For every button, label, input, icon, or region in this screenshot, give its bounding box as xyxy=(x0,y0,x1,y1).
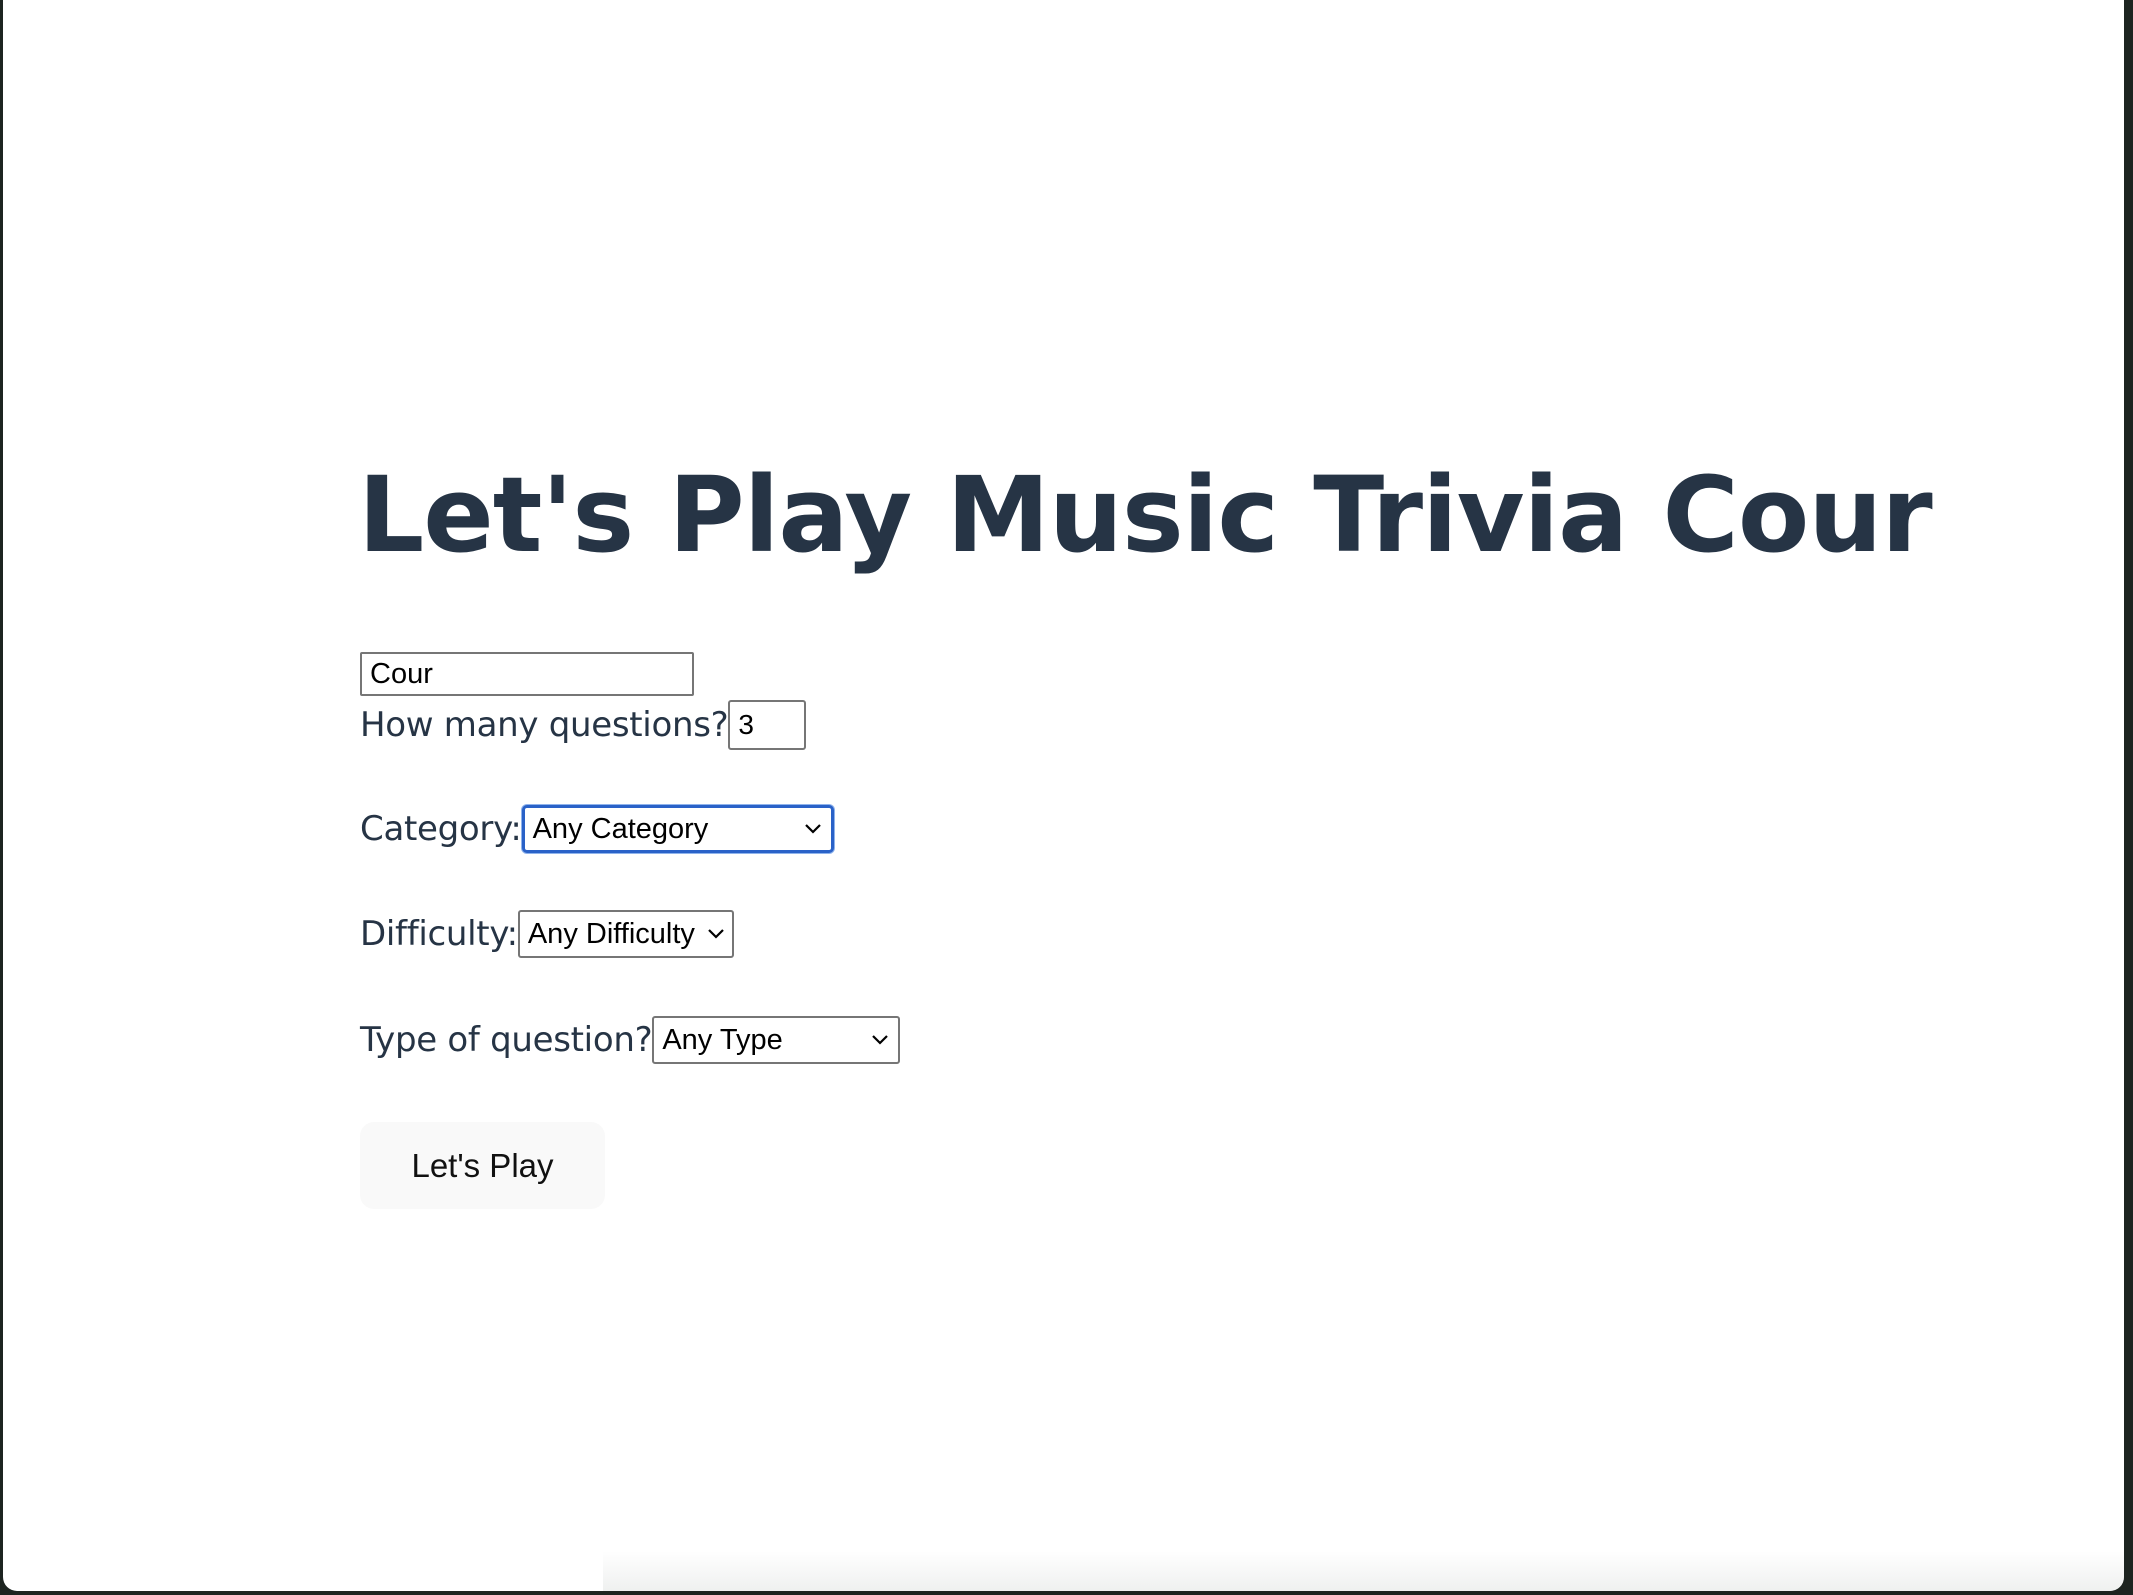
category-select-value: Any Category xyxy=(532,812,709,845)
difficulty-select-value: Any Difficulty xyxy=(527,917,695,950)
questions-label: How many questions? xyxy=(360,705,729,745)
window-bottom-shadow xyxy=(603,1551,2124,1591)
player-name-input[interactable] xyxy=(360,652,694,696)
difficulty-select[interactable]: Any Difficulty xyxy=(517,910,734,958)
type-select[interactable]: Any Type xyxy=(652,1016,901,1064)
lets-play-button[interactable]: Let's Play xyxy=(360,1122,605,1209)
chevron-down-icon xyxy=(804,824,821,834)
chevron-down-icon xyxy=(872,1035,889,1045)
type-label: Type of question? xyxy=(360,1020,653,1060)
type-select-value: Any Type xyxy=(662,1023,783,1056)
questions-row: How many questions? xyxy=(360,700,807,750)
category-select[interactable]: Any Category xyxy=(521,805,834,853)
difficulty-row: Difficulty: Any Difficulty xyxy=(360,910,734,958)
page-title: Let's Play Music Trivia Cour xyxy=(358,454,1933,576)
category-row: Category: Any Category xyxy=(360,805,834,853)
category-label: Category: xyxy=(360,809,522,849)
questions-count-input[interactable] xyxy=(728,700,807,750)
difficulty-label: Difficulty: xyxy=(360,914,518,954)
chevron-down-icon xyxy=(708,929,724,939)
trivia-setup-form: Let's Play Music Trivia Cour How many qu… xyxy=(358,445,2058,1209)
type-row: Type of question? Any Type xyxy=(360,1016,901,1064)
browser-viewport: Let's Play Music Trivia Cour How many qu… xyxy=(3,0,2124,1591)
